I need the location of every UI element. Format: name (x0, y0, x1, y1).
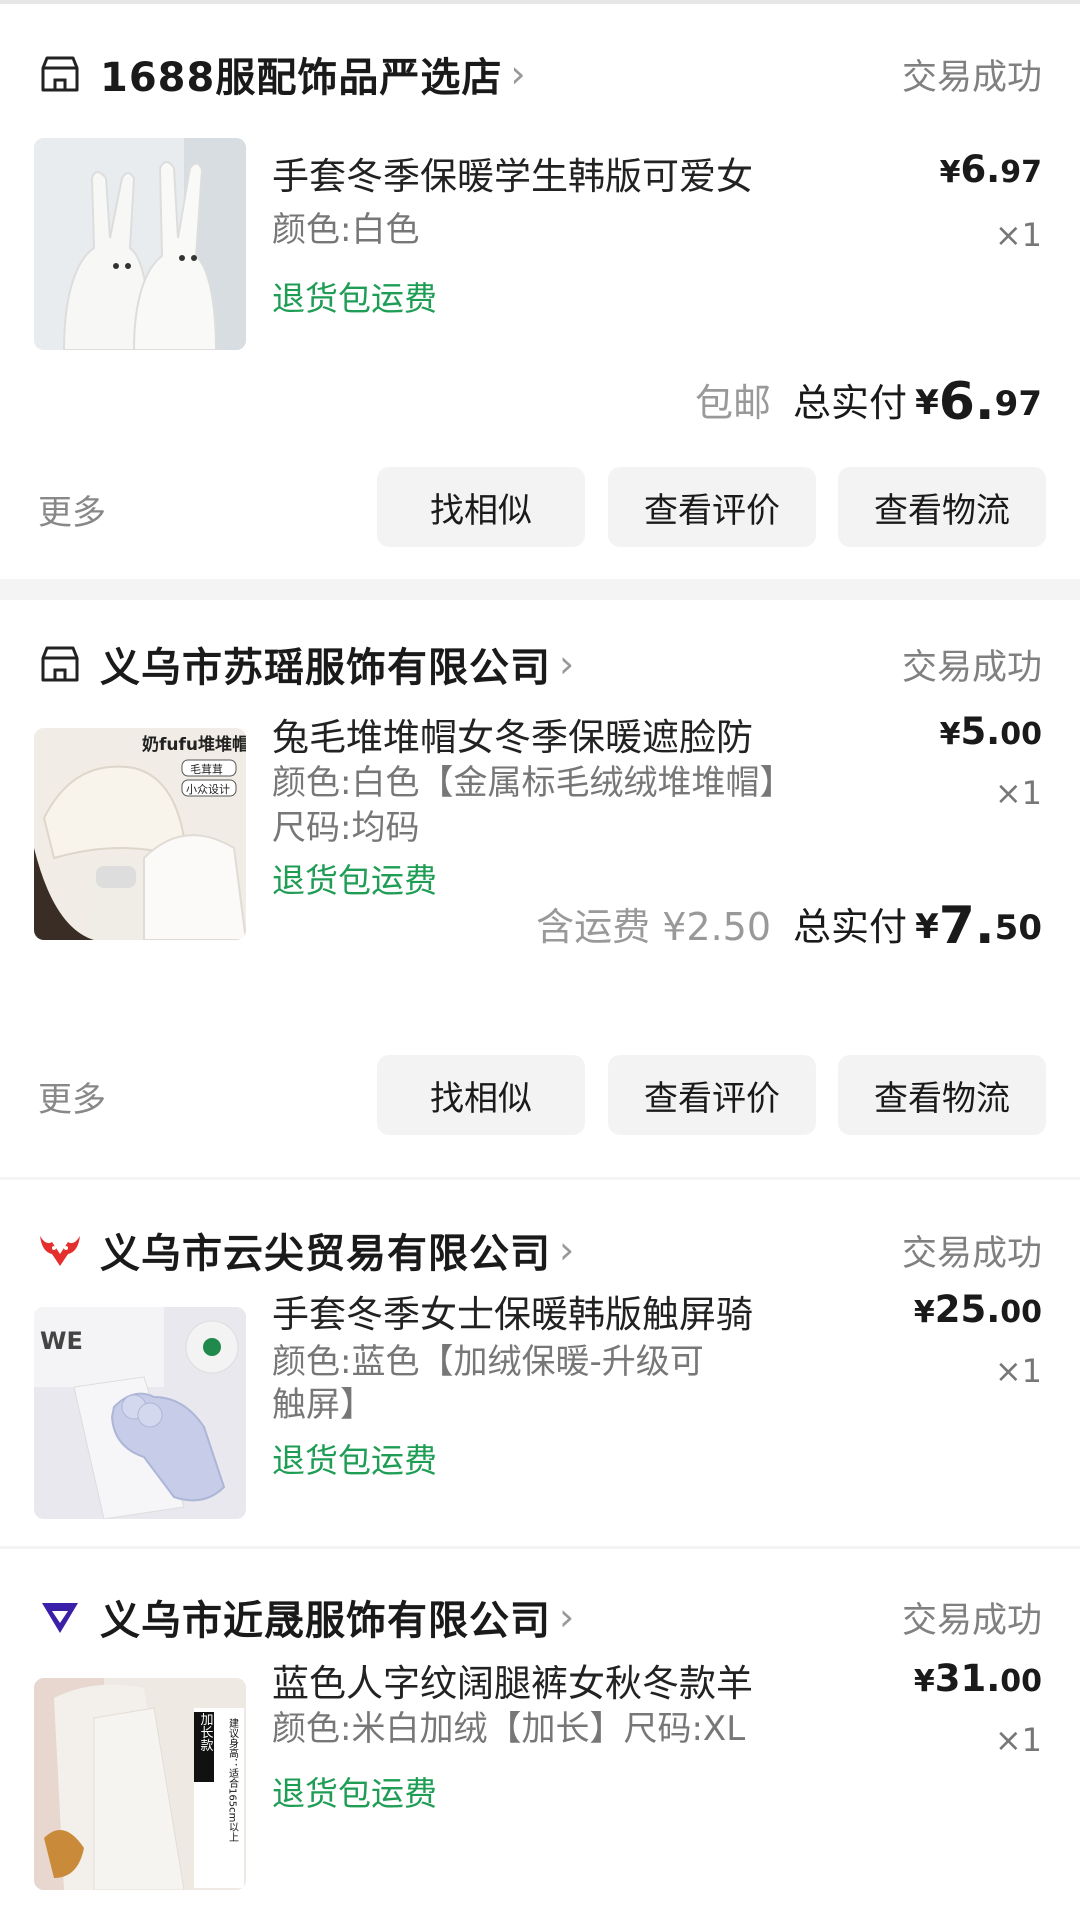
product-image-gloves[interactable] (34, 138, 246, 350)
shop-name[interactable]: 1688服配饰品严选店 (100, 45, 502, 103)
shop-name[interactable]: 义乌市苏瑶服饰有限公司 (100, 635, 551, 693)
quantity: ×1 (994, 216, 1042, 254)
unit-price: ¥31.00 (913, 1657, 1042, 1700)
quantity: ×1 (994, 1352, 1042, 1390)
view-logistics-button[interactable]: 查看物流 (838, 1055, 1046, 1135)
quantity: ×1 (994, 1721, 1042, 1759)
order-status: 交易成功 (901, 1233, 1042, 1274)
total-label: 总实付 (793, 381, 908, 425)
unit-price: ¥5.00 (939, 710, 1042, 753)
product-spec: 触屏】 (272, 1385, 374, 1425)
store-icon (38, 642, 82, 686)
product-spec: 尺码:均码 (272, 808, 420, 848)
chevron-right-icon: › (559, 1595, 575, 1639)
shipping-note: 含运费 ¥2.50 (536, 905, 772, 949)
product-title[interactable]: 蓝色人字纹阔腿裤女秋冬款羊 (272, 1653, 753, 1707)
chevron-right-icon: › (559, 1228, 575, 1272)
product-image-pants[interactable]: 加长款 建议身高：适合165cm以上 (34, 1678, 246, 1890)
hat-brand-text: 奶fufu堆堆帽 (142, 734, 246, 755)
order-card-4: 义乌市近晟服饰有限公司 › 交易成功 加长款 建议身高：适合165cm以上 蓝色… (0, 1549, 1080, 1909)
order-status: 交易成功 (901, 647, 1042, 688)
view-logistics-button[interactable]: 查看物流 (838, 467, 1046, 547)
order-status: 交易成功 (901, 1600, 1042, 1641)
store-icon (38, 52, 82, 96)
shop-name[interactable]: 义乌市云尖贸易有限公司 (100, 1221, 551, 1279)
more-button[interactable]: 更多 (38, 1072, 106, 1121)
shop-header[interactable]: 义乌市云尖贸易有限公司 › 交易成功 (38, 1220, 1042, 1280)
shipping-note: 包邮 (695, 381, 772, 425)
total-label: 总实付 (793, 905, 908, 949)
chevron-right-icon: › (559, 642, 575, 686)
svg-text:建议身高：适合165cm以上: 建议身高：适合165cm以上 (227, 1717, 239, 1843)
order-card-1: 1688服配饰品严选店 › 交易成功 手套冬季保暖学生韩版可爱女 颜色:白色 退… (0, 4, 1080, 579)
product-spec: 颜色:白色 (272, 210, 420, 250)
product-title[interactable]: 手套冬季保暖学生韩版可爱女 (272, 146, 753, 200)
find-similar-button[interactable]: 找相似 (377, 1055, 585, 1135)
order-card-2: 义乌市苏瑶服饰有限公司 › 交易成功 奶fufu堆堆帽 毛茸茸 小众设计 兔毛堆… (0, 600, 1080, 1177)
shop-header[interactable]: 义乌市苏瑶服饰有限公司 › 交易成功 (38, 634, 1042, 694)
order-total: 包邮 总实付 ¥6. 97 (695, 372, 1042, 432)
shop-header[interactable]: 1688服配饰品严选店 › 交易成功 (38, 44, 1042, 104)
product-spec: 颜色:蓝色【加绒保暖-升级可 (272, 1342, 704, 1382)
unit-price: ¥25.00 (913, 1288, 1042, 1331)
view-review-button[interactable]: 查看评价 (608, 467, 816, 547)
more-button[interactable]: 更多 (38, 485, 106, 534)
shop-header[interactable]: 义乌市近晟服饰有限公司 › 交易成功 (38, 1587, 1042, 1647)
view-review-button[interactable]: 查看评价 (608, 1055, 816, 1135)
refund-shipping-badge: 退货包运费 (272, 279, 437, 318)
quantity: ×1 (994, 774, 1042, 812)
unit-price: ¥6.97 (939, 148, 1042, 191)
product-spec: 颜色:白色【金属标毛绒绒堆堆帽】 (272, 763, 794, 803)
product-image-hat[interactable]: 奶fufu堆堆帽 毛茸茸 小众设计 (34, 728, 246, 940)
order-total: 含运费 ¥2.50 总实付 ¥7. 50 (536, 896, 1042, 956)
svg-text:小众设计: 小众设计 (186, 783, 230, 796)
order-status: 交易成功 (901, 57, 1042, 98)
svg-text:WE: WE (40, 1327, 83, 1355)
product-title[interactable]: 手套冬季女士保暖韩版触屏骑 (272, 1284, 753, 1338)
purple-diamond-logo-icon (38, 1595, 82, 1639)
svg-text:毛茸茸: 毛茸茸 (190, 763, 223, 776)
product-image-blue-gloves[interactable]: WE (34, 1307, 246, 1519)
product-spec: 颜色:米白加绒【加长】尺码:XL (272, 1709, 746, 1749)
product-title[interactable]: 兔毛堆堆帽女冬季保暖遮脸防 (272, 707, 753, 761)
refund-shipping-badge: 退货包运费 (272, 1441, 437, 1480)
refund-shipping-badge: 退货包运费 (272, 1774, 437, 1813)
refund-shipping-badge: 退货包运费 (272, 861, 437, 900)
shop-name[interactable]: 义乌市近晟服饰有限公司 (100, 1588, 551, 1646)
order-card-3: 义乌市云尖贸易有限公司 › 交易成功 WE 手套冬季女士保暖韩版触屏骑 颜色:蓝… (0, 1180, 1080, 1546)
chevron-right-icon: › (510, 52, 526, 96)
find-similar-button[interactable]: 找相似 (377, 467, 585, 547)
red-bull-logo-icon (38, 1228, 82, 1272)
svg-text:加长款: 加长款 (198, 1713, 214, 1752)
